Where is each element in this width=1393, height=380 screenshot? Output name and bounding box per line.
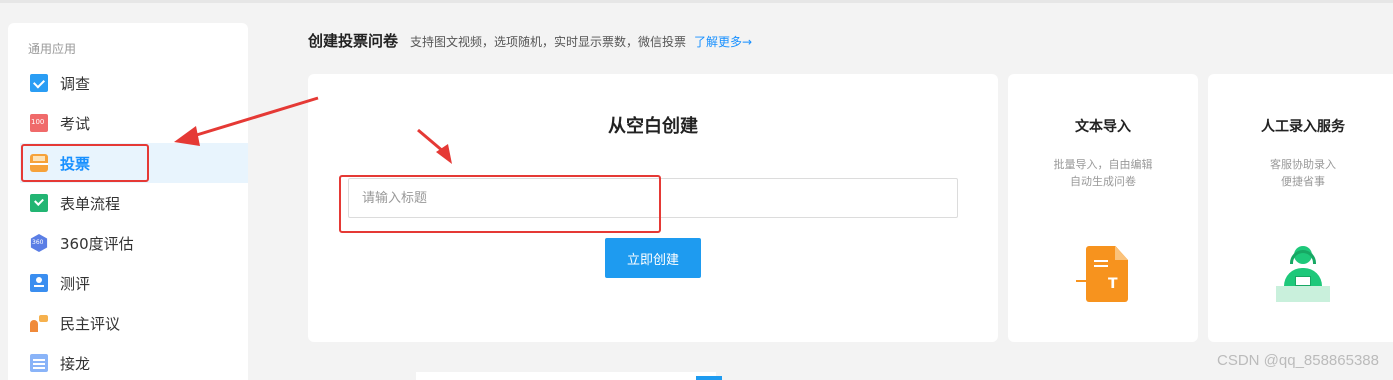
survey-icon: [30, 74, 48, 92]
learn-more-link[interactable]: 了解更多→: [694, 33, 752, 50]
manual-entry-title: 人工录入服务: [1261, 119, 1345, 135]
democratic-review-icon: [30, 314, 48, 332]
sidebar-item-form-flow[interactable]: 表单流程: [20, 183, 248, 223]
assessment-icon: [30, 274, 48, 292]
sidebar-item-360-evaluation[interactable]: 360度评估: [20, 223, 248, 263]
sidebar-heading: 通用应用: [28, 42, 77, 56]
exam-icon: [30, 114, 48, 132]
create-blank-title: 从空白创建: [608, 116, 698, 137]
sidebar-item-relay[interactable]: 接龙: [20, 343, 248, 380]
create-now-button[interactable]: 立即创建: [605, 238, 701, 278]
manual-entry-card[interactable]: 人工录入服务 客服协助录入 便捷省事: [1208, 74, 1393, 342]
sidebar-item-label: 调查: [60, 74, 91, 93]
manual-entry-desc-line: 客服协助录入: [1270, 158, 1336, 171]
relay-icon: [30, 354, 48, 372]
sidebar-item-label: 接龙: [60, 354, 91, 373]
annotation-box-vote: [21, 144, 149, 182]
document-import-icon: T: [1076, 246, 1128, 302]
text-import-desc-line: 批量导入，自由编辑: [1053, 158, 1153, 171]
sidebar-item-label: 360度评估: [60, 234, 134, 253]
text-import-card[interactable]: 文本导入 批量导入，自由编辑 自动生成问卷 T: [1008, 74, 1198, 342]
sidebar-item-exam[interactable]: 考试: [20, 103, 248, 143]
sidebar-item-democratic-review[interactable]: 民主评议: [20, 303, 248, 343]
text-import-title: 文本导入: [1075, 119, 1131, 135]
sidebar-item-survey[interactable]: 调查: [20, 63, 248, 103]
page-header: 创建投票问卷 支持图文视频，选项随机，实时显示票数，微信投票 了解更多→: [308, 30, 752, 51]
sidebar: 通用应用 调查 考试 投票 表单流程 360度评估 测评 民主评议 接龙: [8, 23, 248, 380]
customer-service-icon: [1276, 246, 1330, 302]
manual-entry-desc-line: 便捷省事: [1281, 175, 1325, 188]
bottom-card-edge: [416, 372, 716, 380]
sidebar-item-label: 考试: [60, 114, 91, 133]
page-title: 创建投票问卷: [308, 32, 399, 50]
annotation-box-input: [339, 175, 661, 233]
sidebar-item-label: 测评: [60, 274, 91, 293]
sidebar-item-label: 民主评议: [60, 314, 121, 333]
text-import-desc-line: 自动生成问卷: [1070, 175, 1136, 188]
manual-entry-description: 客服协助录入 便捷省事: [1208, 156, 1393, 190]
sidebar-item-assessment[interactable]: 测评: [20, 263, 248, 303]
page-description: 支持图文视频，选项随机，实时显示票数，微信投票: [410, 35, 687, 49]
watermark: CSDN @qq_858865388: [1216, 352, 1379, 369]
bottom-accent: [696, 376, 722, 380]
360-evaluation-icon: [30, 234, 48, 252]
top-border: [0, 0, 1393, 3]
sidebar-item-label: 表单流程: [60, 194, 121, 213]
text-import-description: 批量导入，自由编辑 自动生成问卷: [1008, 156, 1198, 190]
form-flow-icon: [30, 194, 48, 212]
